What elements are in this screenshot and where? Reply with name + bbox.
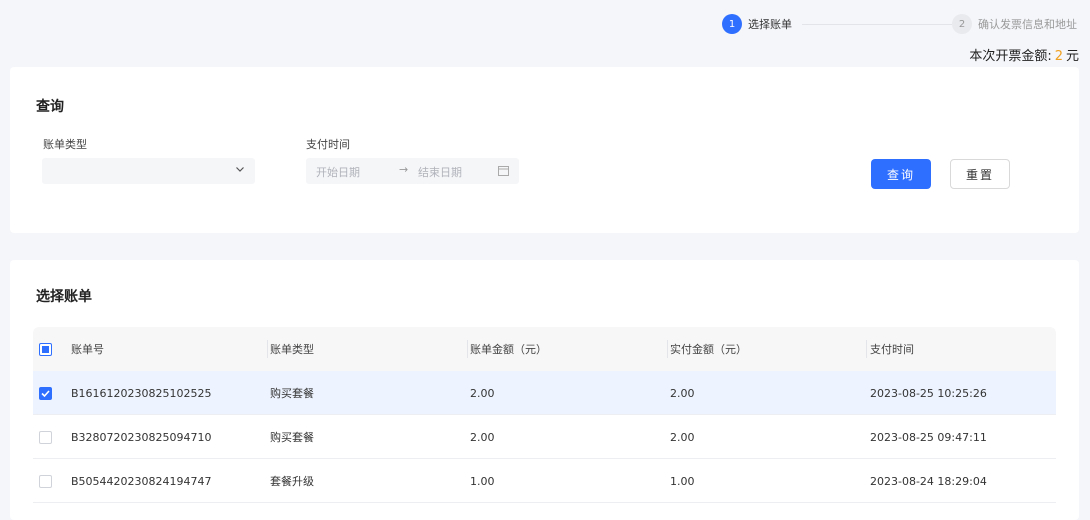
select-all-cell <box>39 327 53 371</box>
step-2-label: 确认发票信息和地址 <box>978 18 1077 31</box>
row-select-cell <box>39 415 53 459</box>
bill-type: 购买套餐 <box>270 431 314 444</box>
pay-time: 2023-08-25 10:25:26 <box>870 386 987 400</box>
bill-amount: 2.00 <box>470 386 495 400</box>
step-1-label: 选择账单 <box>748 18 792 31</box>
step-connector <box>802 24 952 25</box>
paid-amount: 2.00 <box>670 386 695 400</box>
column-header: 账单类型 <box>270 343 314 356</box>
row-select-cell <box>39 459 53 503</box>
pay-time: 2023-08-24 18:29:04 <box>870 474 987 488</box>
invoice-amount-value: 2 <box>1054 49 1063 64</box>
table-header: 账单号 账单类型 账单金额（元） 实付金额（元） 支付时间 <box>33 327 1056 371</box>
search-button[interactable]: 查询 <box>871 159 931 189</box>
query-title: 查询 <box>36 99 64 115</box>
column-header: 支付时间 <box>870 343 914 356</box>
start-date-input[interactable]: 开始日期 <box>316 164 360 180</box>
bill-number: B3280720230825094710 <box>71 430 212 444</box>
step-1-number: 1 <box>722 14 742 34</box>
end-date-input[interactable]: 结束日期 <box>418 164 462 180</box>
column-divider <box>667 340 668 358</box>
bill-type-select[interactable] <box>42 158 255 184</box>
column-header: 账单金额（元） <box>470 343 547 356</box>
step-2: 2 确认发票信息和地址 <box>952 14 1077 34</box>
column-divider <box>267 340 268 358</box>
invoice-amount-unit: 元 <box>1065 49 1079 64</box>
bill-type: 购买套餐 <box>270 387 314 400</box>
row-checkbox[interactable] <box>39 474 52 488</box>
column-divider <box>467 340 468 358</box>
bill-number: B1616120230825102525 <box>71 386 212 400</box>
query-panel: 查询 账单类型 支付时间 开始日期 → 结束日期 查询 重置 <box>10 67 1079 233</box>
bill-list-panel: 选择账单 账单号 账单类型 账单金额（元） 实付金额（元） 支付时间 B1616… <box>10 260 1079 520</box>
calendar-icon <box>498 166 509 176</box>
table-row[interactable]: B5054420230824194747 套餐升级 1.00 1.00 2023… <box>33 459 1056 503</box>
table-row[interactable]: B1616120230825102525 购买套餐 2.00 2.00 2023… <box>33 371 1056 415</box>
paid-amount: 1.00 <box>670 474 695 488</box>
table-row[interactable]: B3280720230825094710 购买套餐 2.00 2.00 2023… <box>33 415 1056 459</box>
column-header: 实付金额（元） <box>670 343 747 356</box>
bill-list-title: 选择账单 <box>36 289 92 305</box>
pay-time: 2023-08-25 09:47:11 <box>870 430 987 444</box>
select-all-checkbox[interactable] <box>39 342 52 356</box>
chevron-down-icon <box>236 167 244 172</box>
row-select-cell <box>39 371 53 415</box>
bill-amount: 2.00 <box>470 430 495 444</box>
check-icon <box>41 389 50 397</box>
bill-number: B5054420230824194747 <box>71 474 212 488</box>
pay-time-label: 支付时间 <box>306 138 350 151</box>
pay-time-range-picker[interactable]: 开始日期 → 结束日期 <box>306 158 519 184</box>
column-header: 账单号 <box>71 343 104 356</box>
reset-button[interactable]: 重置 <box>950 159 1010 189</box>
paid-amount: 2.00 <box>670 430 695 444</box>
bill-type-label: 账单类型 <box>43 138 87 151</box>
arrow-right-icon: → <box>399 163 409 176</box>
bill-type: 套餐升级 <box>270 475 314 488</box>
invoice-amount-label: 本次开票金额: <box>969 49 1052 64</box>
row-checkbox[interactable] <box>39 430 52 444</box>
step-1: 1 选择账单 <box>722 14 792 34</box>
steps-indicator: 1 选择账单 2 确认发票信息和地址 <box>722 14 1090 34</box>
step-2-number: 2 <box>952 14 972 34</box>
row-checkbox[interactable] <box>39 386 52 400</box>
bill-amount: 1.00 <box>470 474 495 488</box>
column-divider <box>866 340 867 358</box>
bill-table: 账单号 账单类型 账单金额（元） 实付金额（元） 支付时间 B161612023… <box>33 327 1056 503</box>
invoice-amount: 本次开票金额: 2 元 <box>969 45 1079 64</box>
